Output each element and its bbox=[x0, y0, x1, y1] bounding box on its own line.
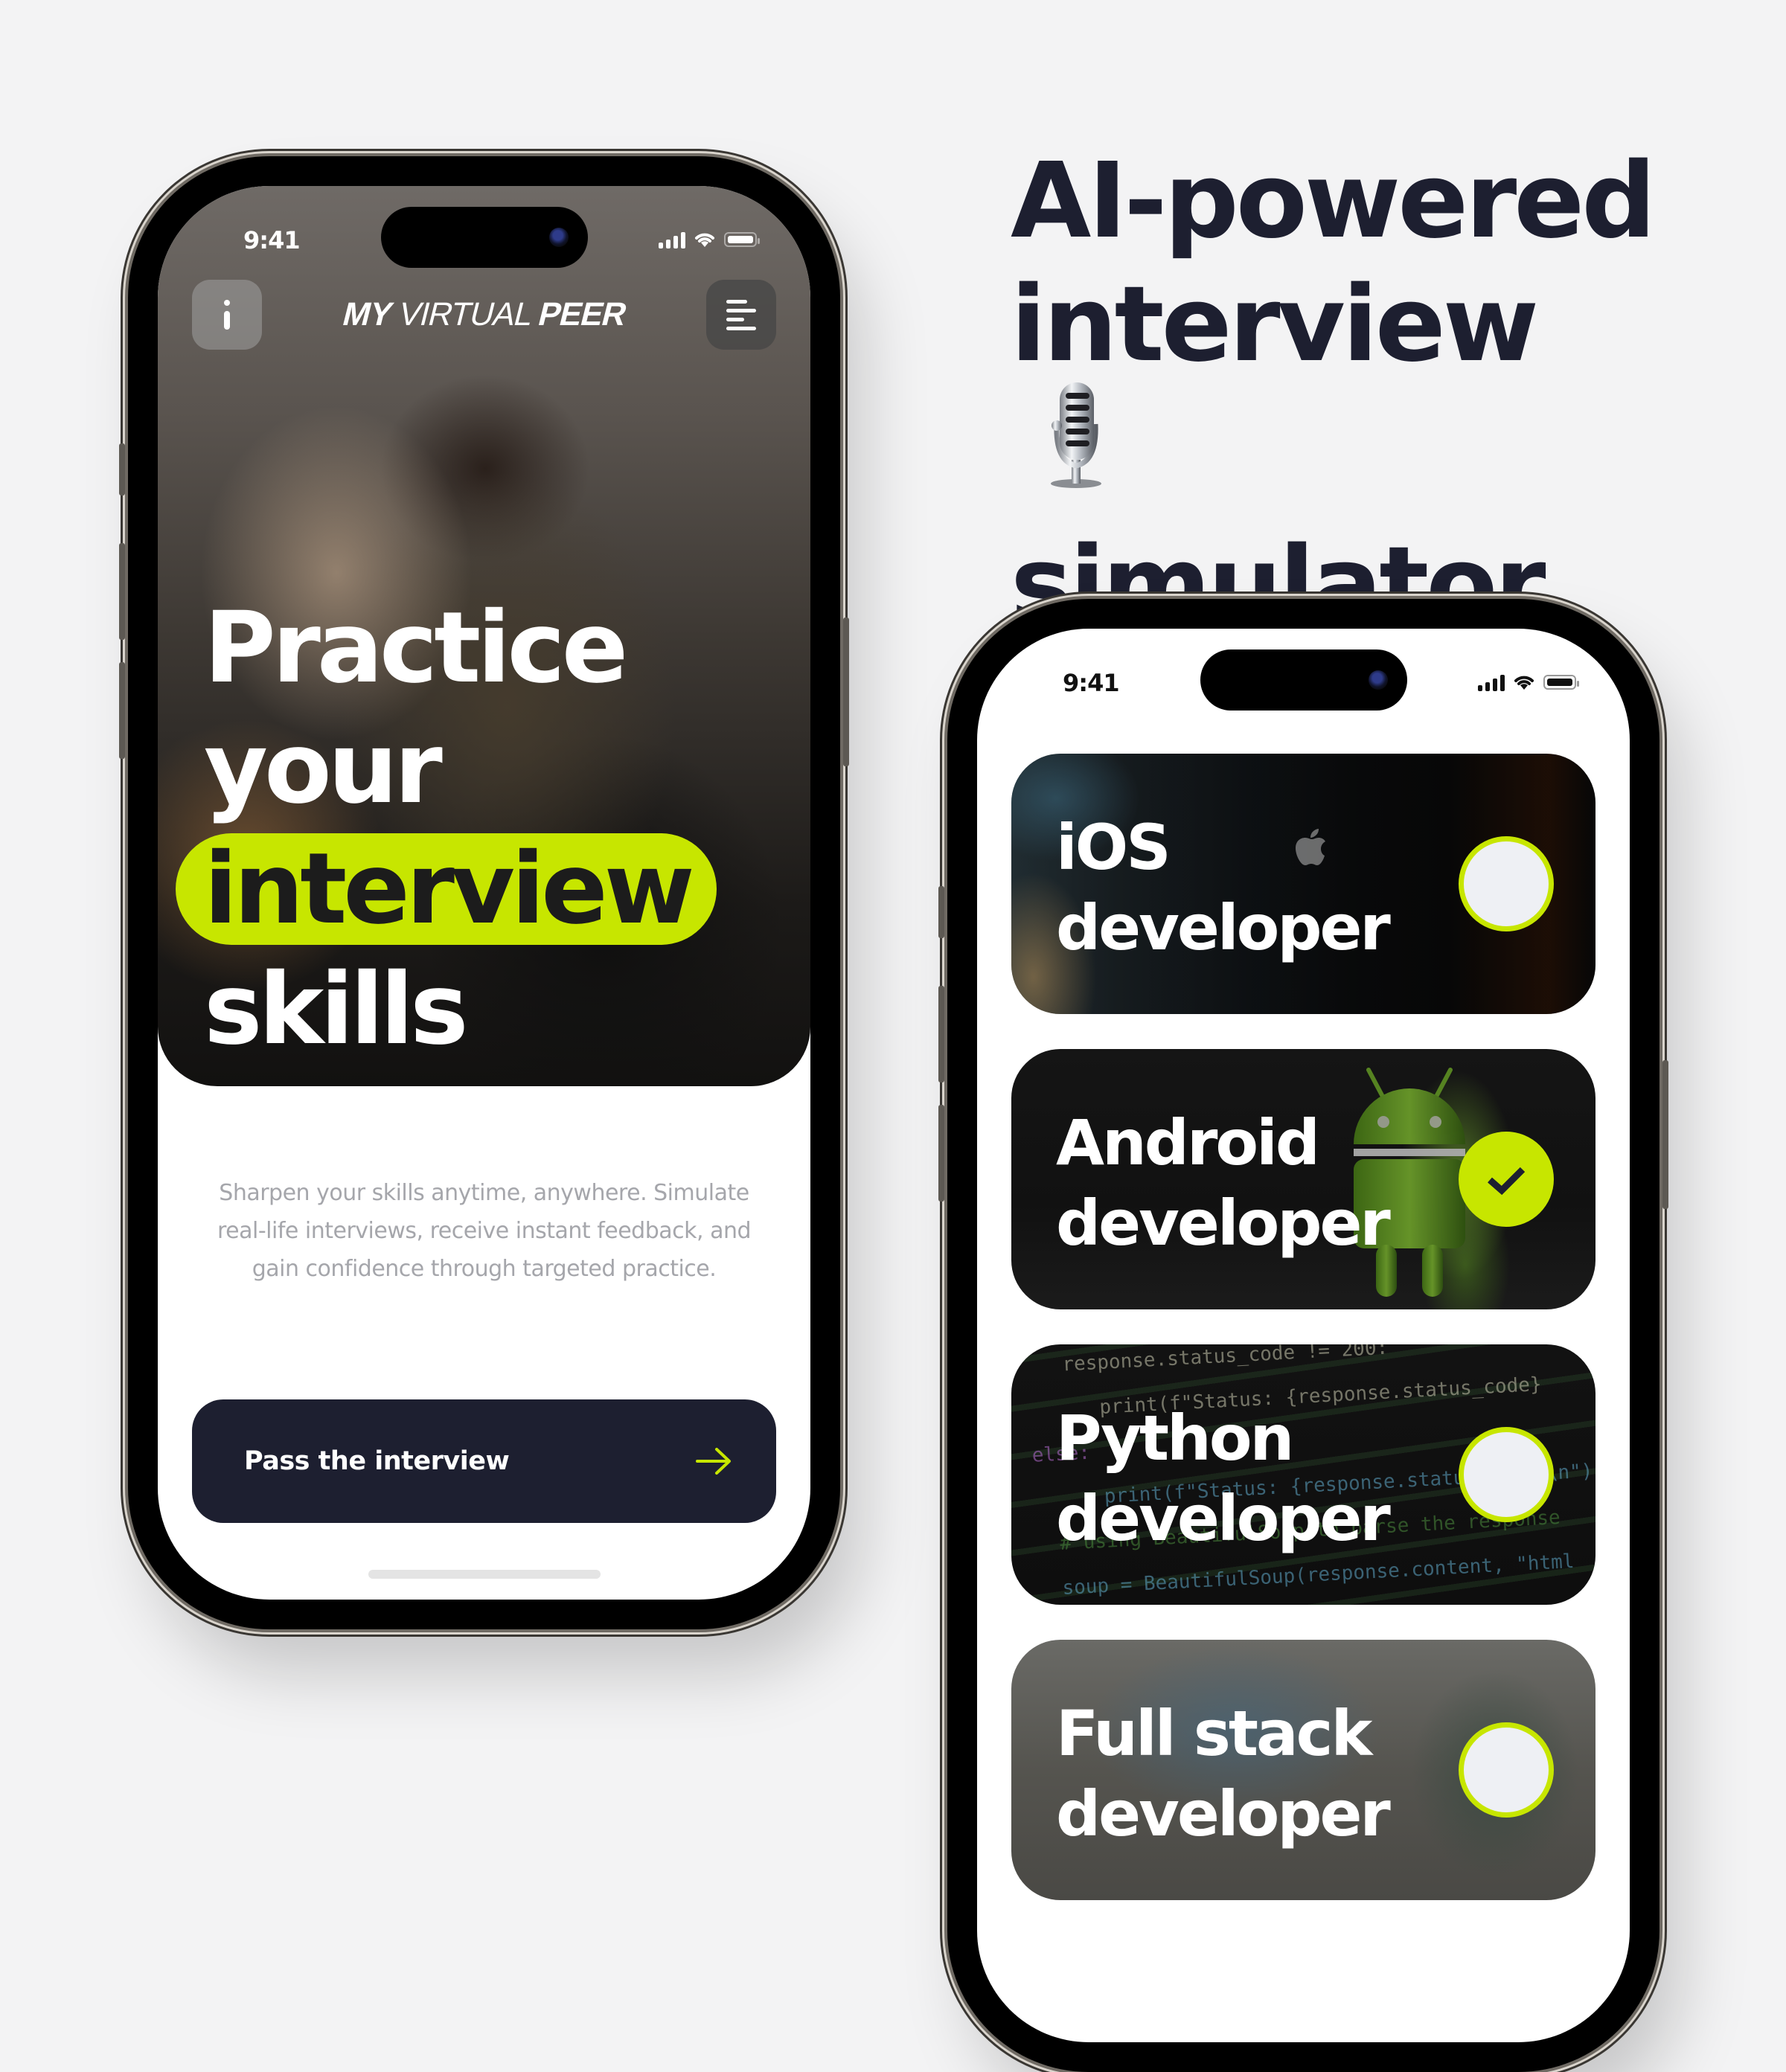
phone-mockup-role-selection: 9:41 iOS developer Android developer res… bbox=[938, 599, 1668, 2072]
status-bar: 9:41 bbox=[158, 226, 810, 256]
status-time: 9:41 bbox=[1063, 669, 1120, 697]
phone-volume-down bbox=[119, 662, 125, 759]
role-card-ios[interactable]: iOS developer bbox=[1011, 754, 1595, 1014]
role-radio-unselected[interactable] bbox=[1459, 1722, 1554, 1818]
top-bar: MY VIRTUAL PEER bbox=[192, 280, 776, 350]
info-icon bbox=[224, 300, 230, 330]
role-title: Python developer bbox=[1056, 1402, 1391, 1555]
role-card-python[interactable]: response.status_code != 200: print(f"Sta… bbox=[1011, 1344, 1595, 1605]
cta-label: Pass the interview bbox=[244, 1446, 510, 1476]
role-title: Full stack developer bbox=[1056, 1697, 1391, 1850]
hero-title: Practice your interview skills bbox=[176, 588, 717, 1070]
wifi-icon bbox=[1514, 676, 1534, 690]
phone-volume-up bbox=[119, 543, 125, 640]
role-radio-unselected[interactable] bbox=[1459, 836, 1554, 931]
studio-microphone-icon bbox=[1040, 379, 1653, 516]
arrow-right-icon bbox=[696, 1448, 731, 1475]
phone-power-button bbox=[1662, 1060, 1668, 1209]
role-card-full-stack[interactable]: Full stack developer bbox=[1011, 1640, 1595, 1900]
role-radio-unselected[interactable] bbox=[1459, 1427, 1554, 1522]
pass-interview-button[interactable]: Pass the interview bbox=[192, 1399, 776, 1523]
marketing-headline: AI-powered interview simulator bbox=[1011, 140, 1656, 647]
phone-mockup-welcome: 9:41 MY VIRTUAL PEER Practice your inter… bbox=[119, 156, 849, 1629]
info-button[interactable] bbox=[192, 280, 262, 350]
hero-section: 9:41 MY VIRTUAL PEER Practice your inter… bbox=[158, 186, 810, 1086]
cellular-signal-icon bbox=[1478, 673, 1505, 691]
role-selection-screen: 9:41 iOS developer Android developer res… bbox=[977, 629, 1630, 2042]
role-title: iOS developer bbox=[1056, 811, 1391, 964]
status-bar: 9:41 bbox=[977, 669, 1630, 699]
menu-icon bbox=[726, 299, 756, 330]
wifi-icon bbox=[695, 233, 714, 247]
menu-button[interactable] bbox=[706, 280, 776, 350]
phone-volume-up bbox=[938, 986, 944, 1082]
cellular-signal-icon bbox=[659, 231, 685, 248]
phone-volume-down bbox=[938, 1105, 944, 1202]
highlighted-word: interview bbox=[176, 833, 717, 945]
headline-line-2: interview bbox=[1011, 263, 1653, 524]
hero-title-line: Practice bbox=[204, 591, 628, 705]
app-logo: MY VIRTUAL PEER bbox=[339, 296, 630, 333]
role-title: Android developer bbox=[1056, 1106, 1391, 1260]
phone-silent-switch bbox=[938, 886, 944, 938]
phone-silent-switch bbox=[119, 443, 125, 495]
hero-title-line: your bbox=[204, 711, 443, 826]
welcome-screen: 9:41 MY VIRTUAL PEER Practice your inter… bbox=[158, 186, 810, 1600]
app-description: Sharpen your skills anytime, anywhere. S… bbox=[217, 1180, 752, 1282]
battery-icon bbox=[1543, 675, 1579, 690]
status-time: 9:41 bbox=[243, 226, 301, 254]
checkmark-icon bbox=[1488, 1167, 1526, 1196]
home-indicator bbox=[368, 1570, 601, 1579]
role-card-android[interactable]: Android developer bbox=[1011, 1049, 1595, 1309]
battery-icon bbox=[724, 232, 760, 247]
role-radio-selected[interactable] bbox=[1459, 1132, 1554, 1227]
headline-line-1: AI-powered bbox=[1011, 141, 1656, 262]
role-list: iOS developer Android developer response… bbox=[1011, 754, 1595, 1935]
hero-title-line: skills bbox=[204, 952, 469, 1067]
phone-power-button bbox=[843, 618, 849, 766]
